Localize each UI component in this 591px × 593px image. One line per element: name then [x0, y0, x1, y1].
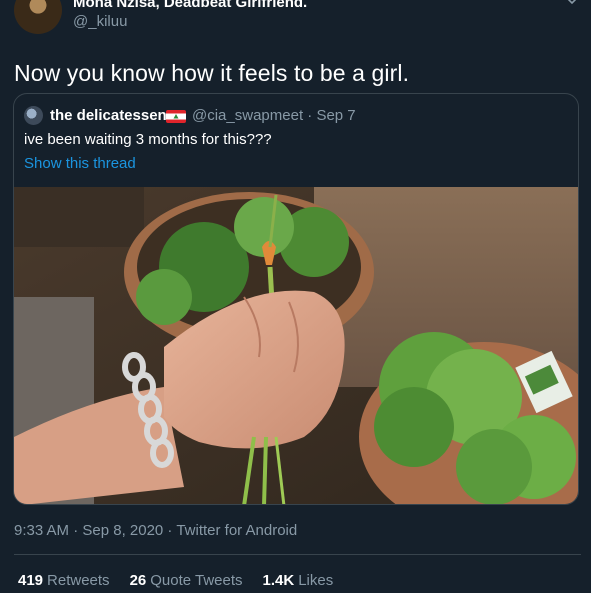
tweet-photo[interactable]	[14, 187, 579, 505]
author-avatar[interactable]	[14, 0, 62, 34]
quotes-count: 26	[129, 572, 147, 589]
author-handle[interactable]: @_kiluu	[73, 13, 127, 30]
quote-tweets-stat[interactable]: 26 Quote Tweets	[130, 572, 243, 589]
divider	[14, 554, 581, 555]
tweet-timestamp[interactable]: 9:33 AM · Sep 8, 2020 · Twitter for Andr…	[14, 522, 297, 539]
likes-count: 1.4K	[262, 572, 295, 589]
quoted-text: ive been waiting 3 months for this???	[24, 131, 272, 148]
tweet-text: Now you know how it feels to be a girl.	[14, 60, 410, 86]
likes-label: Likes	[298, 572, 334, 589]
retweets-stat[interactable]: 419 Retweets	[18, 572, 110, 589]
tweet-stats: 419 Retweets 26 Quote Tweets 1.4K Likes	[18, 572, 333, 589]
quoted-handle-date[interactable]: @cia_swapmeet · Sep 7	[192, 107, 356, 124]
lebanon-flag-icon	[166, 110, 186, 123]
quoted-avatar[interactable]	[24, 106, 43, 125]
quotes-label: Quote Tweets	[150, 572, 243, 589]
retweets-count: 419	[18, 572, 44, 589]
show-thread-link[interactable]: Show this thread	[24, 155, 136, 172]
likes-stat[interactable]: 1.4K Likes	[263, 572, 334, 589]
author-name[interactable]: Mona Nzisa, Deadbeat Girlfriend.	[73, 0, 307, 11]
quoted-tweet-card[interactable]: the delicatessen @cia_swapmeet · Sep 7 i…	[13, 93, 579, 505]
retweets-label: Retweets	[47, 572, 110, 589]
quoted-author-name[interactable]: the delicatessen	[50, 107, 167, 124]
chevron-down-icon[interactable]	[565, 0, 579, 8]
